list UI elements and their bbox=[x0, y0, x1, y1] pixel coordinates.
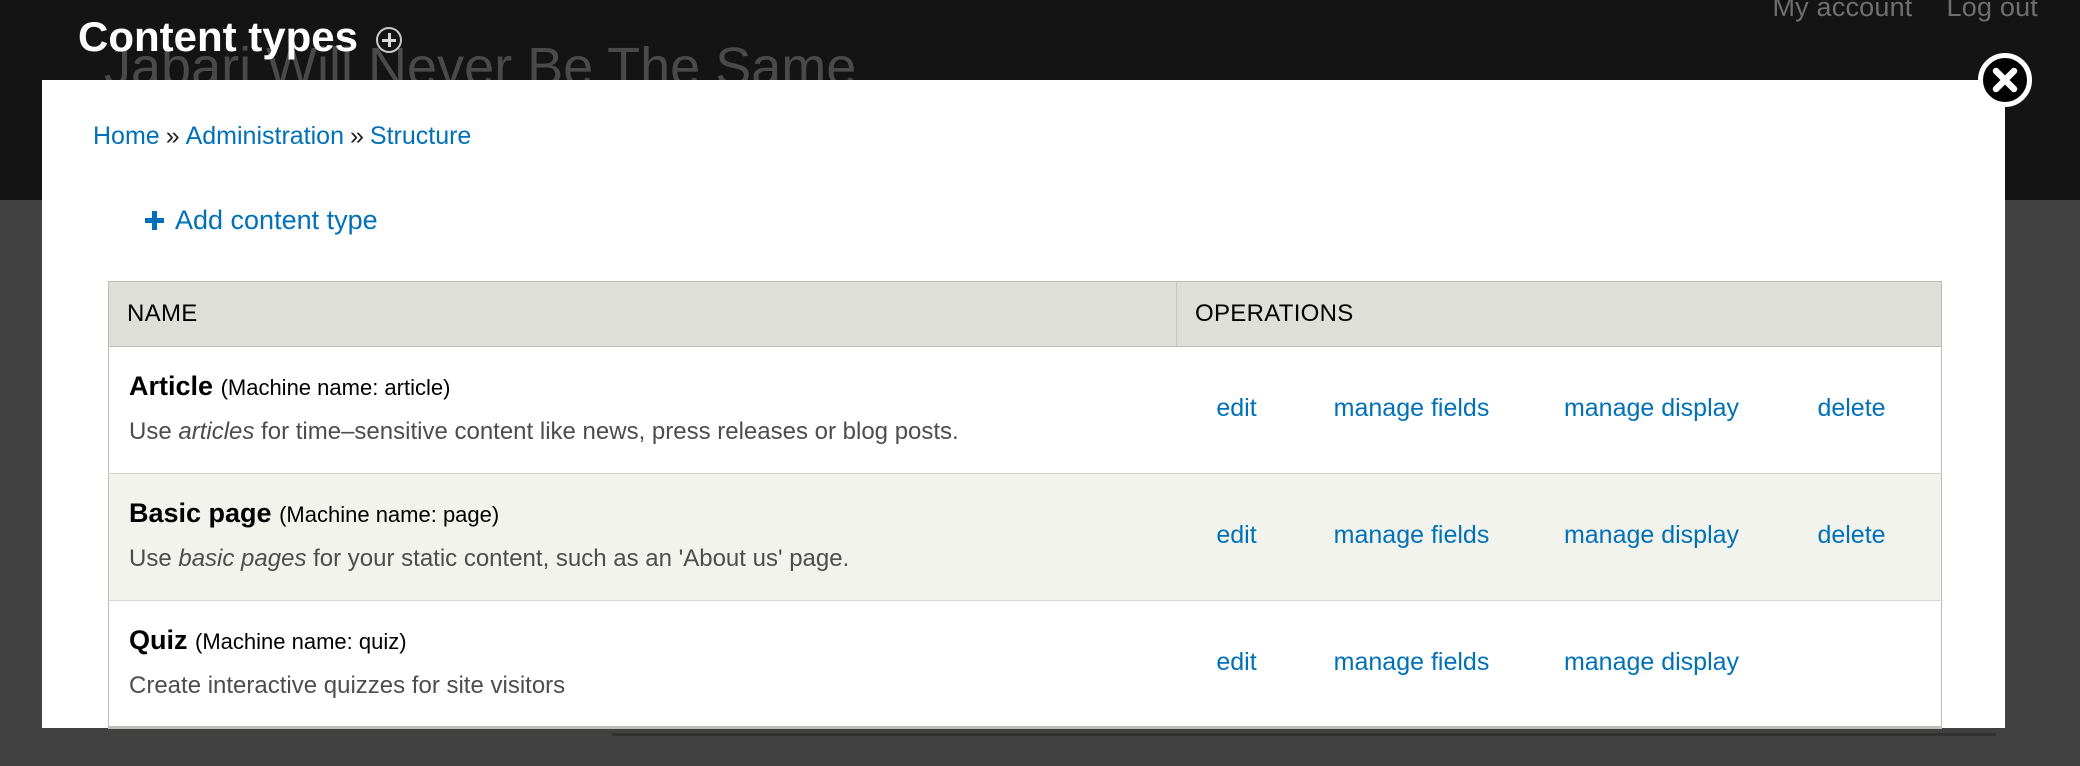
circle-plus-icon[interactable] bbox=[376, 27, 403, 53]
delete-link[interactable]: delete bbox=[1777, 521, 1927, 550]
close-icon[interactable] bbox=[1978, 53, 2032, 107]
operations-cell: edit manage fields manage display bbox=[1177, 600, 1942, 728]
plus-icon bbox=[145, 211, 164, 230]
breadcrumb-separator: » bbox=[165, 122, 180, 150]
name-cell: Quiz (Machine name: quiz) Create interac… bbox=[109, 600, 1177, 728]
page-title-row: Content types bbox=[78, 13, 403, 60]
content-type-title: Basic page (Machine name: page) bbox=[129, 498, 1159, 529]
edit-link[interactable]: edit bbox=[1177, 394, 1297, 423]
manage-display-link[interactable]: manage display bbox=[1527, 521, 1777, 550]
operations-cell: edit manage fields manage display delete bbox=[1176, 473, 1942, 601]
add-content-type-link[interactable]: Add content type bbox=[145, 205, 378, 236]
content-type-description: Use basic pages for your static content,… bbox=[129, 545, 1159, 574]
delete-link[interactable]: delete bbox=[1777, 394, 1927, 423]
content-type-title: Quiz (Machine name: quiz) bbox=[129, 625, 1159, 656]
content-type-name: Quiz bbox=[129, 624, 188, 655]
breadcrumb-separator: » bbox=[350, 122, 364, 150]
content-type-name: Basic page bbox=[129, 497, 272, 528]
breadcrumb-item-structure[interactable]: Structure bbox=[370, 122, 471, 150]
manage-fields-link[interactable]: manage fields bbox=[1297, 648, 1527, 677]
manage-display-link[interactable]: manage display bbox=[1527, 394, 1777, 423]
content-type-machine-name: (Machine name: article) bbox=[220, 375, 451, 400]
edit-link[interactable]: edit bbox=[1177, 521, 1297, 550]
manage-fields-link[interactable]: manage fields bbox=[1297, 394, 1527, 423]
breadcrumb-item-administration[interactable]: Administration bbox=[186, 122, 344, 150]
name-cell: Article (Machine name: article) Use arti… bbox=[108, 346, 1177, 474]
manage-fields-link[interactable]: manage fields bbox=[1297, 521, 1527, 550]
description-emphasis: articles bbox=[178, 418, 255, 445]
operations-cell: edit manage fields manage display delete bbox=[1176, 346, 1942, 474]
name-cell: Basic page (Machine name: page) Use basi… bbox=[108, 473, 1177, 601]
screen: Jabari Will Never Be The Same My account… bbox=[0, 0, 2080, 766]
content-type-description: Create interactive quizzes for site visi… bbox=[129, 672, 1159, 701]
content-type-machine-name: (Machine name: page) bbox=[279, 501, 500, 527]
content-type-title: Article (Machine name: article) bbox=[129, 371, 1159, 402]
add-content-type-label: Add content type bbox=[175, 205, 378, 235]
manage-display-link[interactable]: manage display bbox=[1527, 648, 1777, 677]
column-header-name: NAME bbox=[108, 281, 1177, 347]
breadcrumb: Home» Administration» Structure bbox=[93, 122, 471, 151]
description-part: Use bbox=[129, 418, 179, 445]
log-out-link[interactable]: Log out bbox=[1947, 0, 2038, 23]
description-part: for your static content, such as an 'Abo… bbox=[306, 544, 850, 572]
operations-list: edit manage fields manage display delete bbox=[1177, 394, 1942, 423]
description-part: Use bbox=[129, 544, 179, 572]
description-part: Create interactive quizzes for site visi… bbox=[129, 671, 566, 699]
my-account-link[interactable]: My account bbox=[1772, 0, 1912, 23]
content-types-table: NAME OPERATIONS Article (Machine name: a… bbox=[108, 281, 1942, 730]
operations-list: edit manage fields manage display delete bbox=[1177, 521, 1942, 550]
description-part: for time–sensitive content like news, pr… bbox=[254, 418, 959, 445]
operations-list: edit manage fields manage display bbox=[1177, 648, 1942, 677]
table-header-row: NAME OPERATIONS bbox=[108, 281, 1942, 347]
page-title: Content types bbox=[78, 13, 359, 60]
table-row: Quiz (Machine name: quiz) Create interac… bbox=[109, 600, 1942, 728]
breadcrumb-item-home[interactable]: Home bbox=[93, 122, 160, 150]
content-type-description: Use articles for time–sensitive content … bbox=[129, 418, 1159, 447]
content-type-machine-name: (Machine name: quiz) bbox=[195, 628, 407, 654]
content-type-name: Article bbox=[129, 371, 214, 401]
background-divider bbox=[612, 733, 1996, 736]
column-header-operations: OPERATIONS bbox=[1176, 281, 1942, 347]
table-row: Basic page (Machine name: page) Use basi… bbox=[108, 473, 1942, 601]
user-links: My account Log out bbox=[1772, 0, 2038, 23]
edit-link[interactable]: edit bbox=[1177, 648, 1297, 677]
description-emphasis: basic pages bbox=[178, 544, 307, 572]
table-row: Article (Machine name: article) Use arti… bbox=[108, 346, 1942, 474]
